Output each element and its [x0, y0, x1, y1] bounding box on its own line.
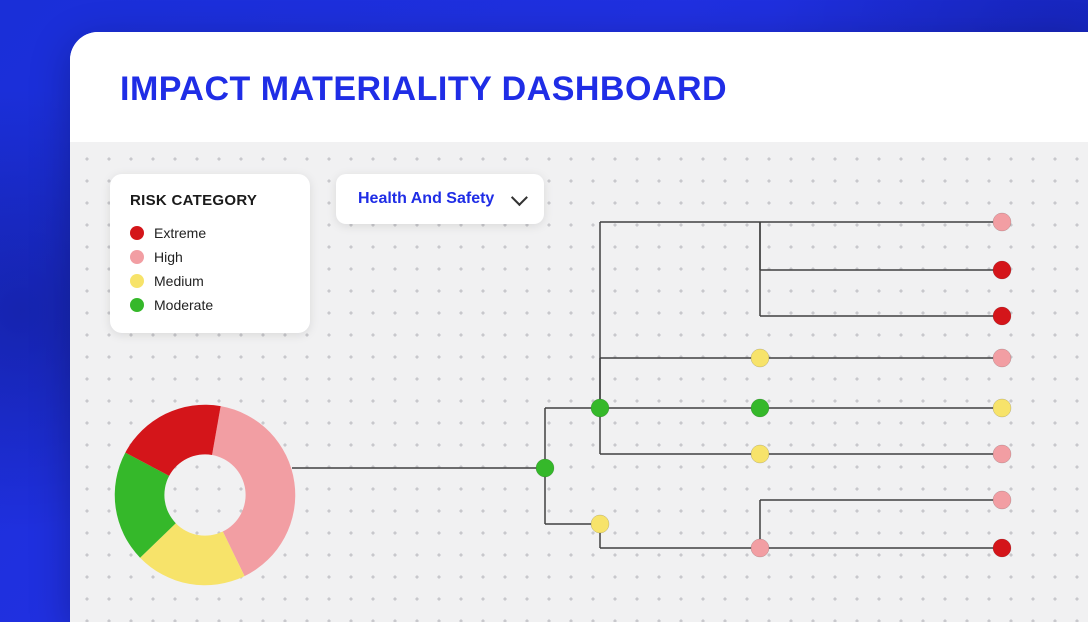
tree-node[interactable] — [536, 459, 554, 477]
dashboard-header: IMPACT MATERIALITY DASHBOARD — [70, 32, 1088, 137]
category-dropdown-label: Health And Safety — [358, 190, 494, 208]
tree-node[interactable] — [751, 349, 769, 367]
tree-node[interactable] — [751, 539, 769, 557]
tree-node[interactable] — [993, 349, 1011, 367]
tree-node[interactable] — [591, 515, 609, 533]
legend-item-label: Medium — [154, 273, 204, 289]
legend-item-label: Moderate — [154, 297, 213, 313]
tree-node[interactable] — [751, 445, 769, 463]
legend-swatch-icon — [130, 298, 144, 312]
tree-node[interactable] — [751, 399, 769, 417]
tree-node[interactable] — [993, 445, 1011, 463]
legend-item-label: Extreme — [154, 225, 206, 241]
risk-legend-title: RISK CATEGORY — [130, 192, 290, 209]
legend-item: Moderate — [130, 293, 290, 317]
tree-node[interactable] — [993, 539, 1011, 557]
dashboard-card: IMPACT MATERIALITY DASHBOARD RISK CATEGO… — [70, 32, 1088, 622]
legend-item: Extreme — [130, 221, 290, 245]
tree-node[interactable] — [993, 307, 1011, 325]
risk-donut-chart — [110, 400, 300, 590]
dashboard-body: RISK CATEGORY ExtremeHighMediumModerate … — [70, 142, 1088, 622]
legend-item-label: High — [154, 249, 183, 265]
legend-swatch-icon — [130, 226, 144, 240]
chevron-down-icon — [511, 189, 528, 206]
legend-item: Medium — [130, 269, 290, 293]
tree-node[interactable] — [993, 491, 1011, 509]
category-dropdown[interactable]: Health And Safety — [336, 174, 544, 224]
tree-node[interactable] — [993, 213, 1011, 231]
tree-node[interactable] — [591, 399, 609, 417]
legend-item: High — [130, 245, 290, 269]
tree-node[interactable] — [993, 261, 1011, 279]
risk-legend-card: RISK CATEGORY Extreme High Medium Moderate — [110, 174, 310, 333]
tree-node[interactable] — [993, 399, 1011, 417]
legend-swatch-icon — [130, 274, 144, 288]
legend-swatch-icon — [130, 250, 144, 264]
page-title: IMPACT MATERIALITY DASHBOARD — [120, 70, 1038, 109]
